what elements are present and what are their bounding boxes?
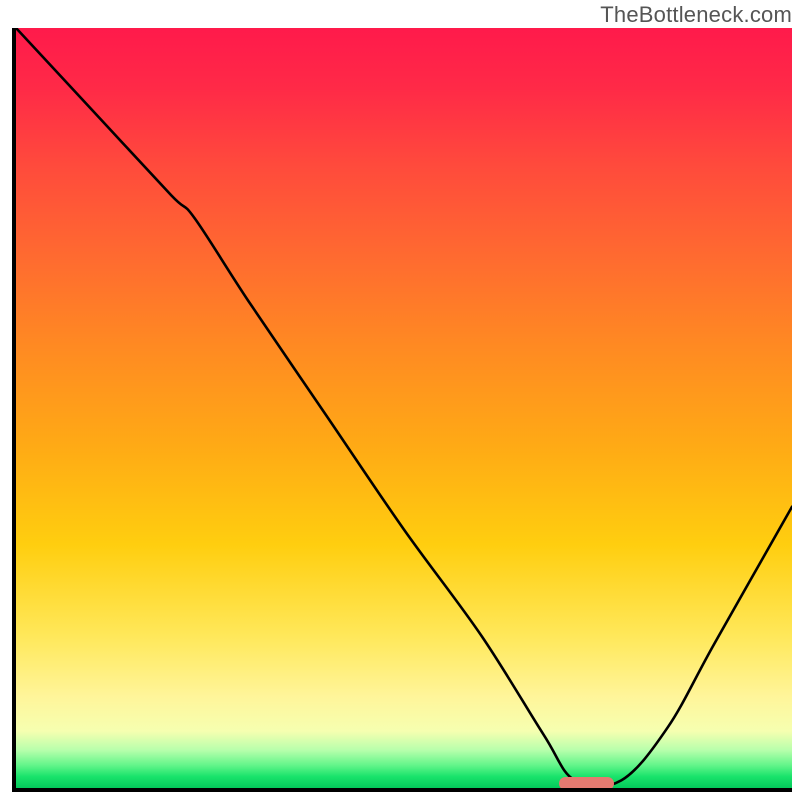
plot-area	[12, 28, 792, 792]
watermark-text: TheBottleneck.com	[600, 2, 792, 28]
curve-svg	[16, 28, 792, 788]
bottleneck-chart: TheBottleneck.com	[0, 0, 800, 800]
bottleneck-curve-path	[16, 28, 792, 787]
optimal-range-marker	[559, 777, 613, 790]
